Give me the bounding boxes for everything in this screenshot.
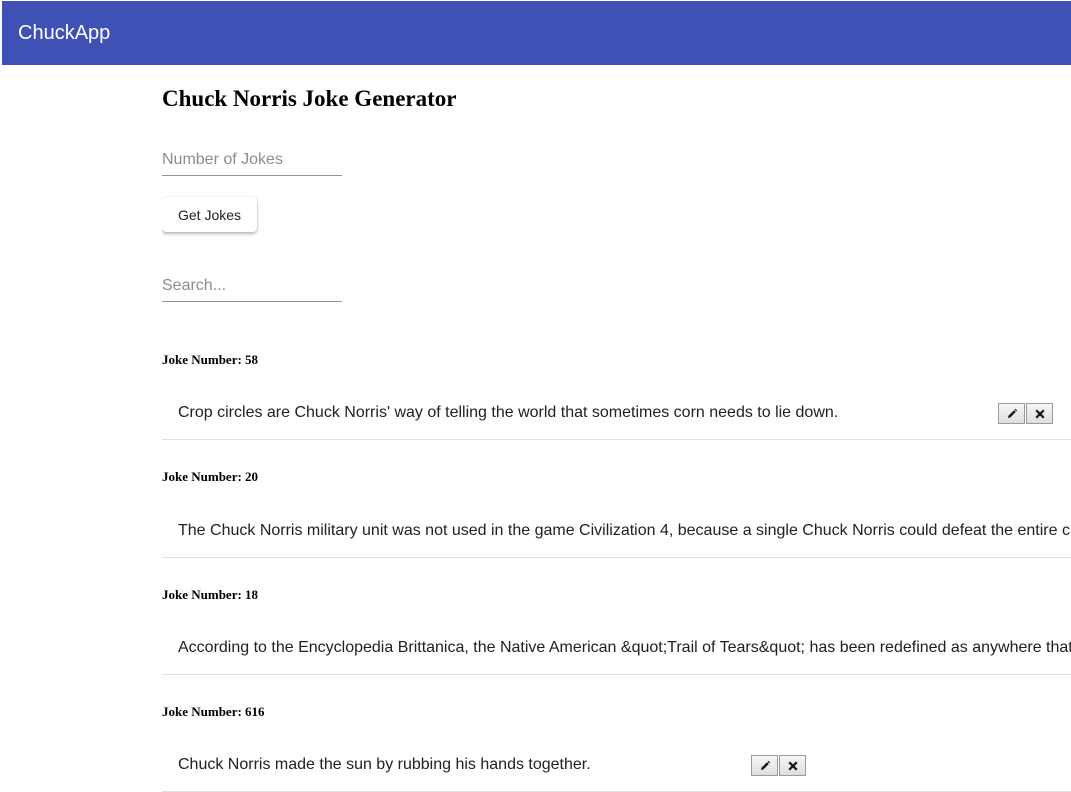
app-toolbar: ChuckApp bbox=[2, 1, 1071, 65]
close-icon bbox=[1034, 408, 1045, 419]
joke-list-item: Crop circles are Chuck Norris' way of te… bbox=[162, 388, 1071, 440]
pencil-icon bbox=[1007, 408, 1017, 418]
app-brand: ChuckApp bbox=[18, 22, 111, 44]
joke-heading: Joke Number: 18 bbox=[162, 587, 259, 602]
joke-text: Crop circles are Chuck Norris' way of te… bbox=[178, 404, 839, 421]
joke-text: According to the Encyclopedia Brittanica… bbox=[178, 639, 1071, 656]
joke-actions bbox=[751, 755, 807, 776]
edit-joke-button[interactable] bbox=[998, 403, 1025, 424]
joke-list-item: According to the Encyclopedia Brittanica… bbox=[162, 623, 1071, 675]
joke-actions bbox=[998, 403, 1054, 424]
joke-heading: Joke Number: 616 bbox=[162, 704, 265, 719]
joke-heading: Joke Number: 58 bbox=[162, 352, 259, 367]
edit-joke-button[interactable] bbox=[751, 755, 778, 776]
joke-list-item: The Chuck Norris military unit was not u… bbox=[162, 506, 1071, 558]
joke-list-item: Chuck Norris made the sun by rubbing his… bbox=[162, 740, 1071, 792]
delete-joke-button[interactable] bbox=[1026, 403, 1053, 424]
joke-text: Chuck Norris made the sun by rubbing his… bbox=[178, 756, 591, 773]
joke-list: Joke Number: 58 Crop circles are Chuck N… bbox=[162, 65, 1071, 792]
pencil-icon bbox=[760, 760, 770, 770]
delete-joke-button[interactable] bbox=[779, 755, 806, 776]
joke-heading: Joke Number: 20 bbox=[162, 469, 259, 484]
main-content: Chuck Norris Joke Generator Get Jokes Jo… bbox=[162, 65, 1071, 792]
joke-text: The Chuck Norris military unit was not u… bbox=[178, 522, 1070, 539]
close-icon bbox=[787, 760, 798, 771]
